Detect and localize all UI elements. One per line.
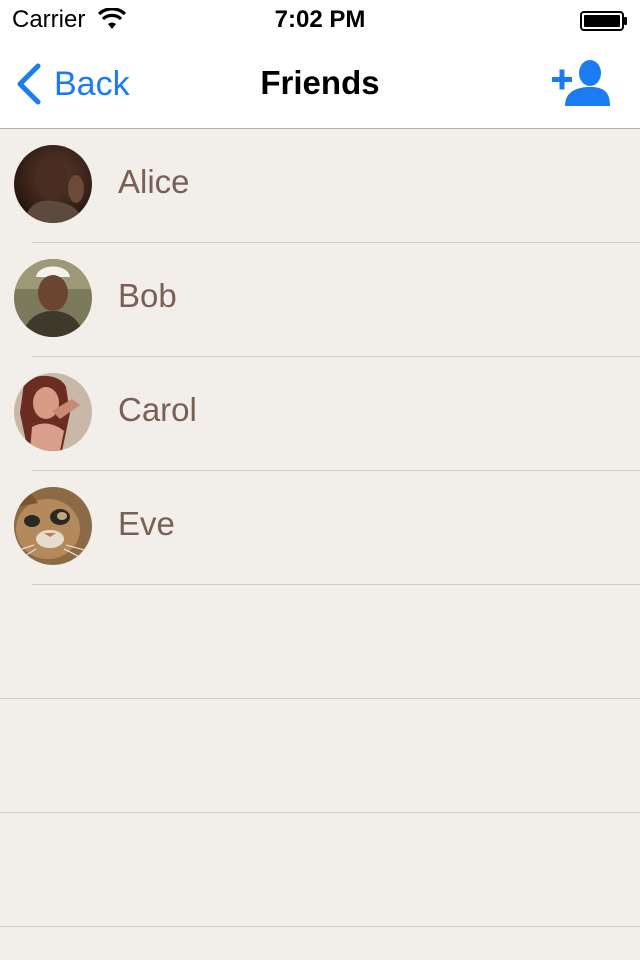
friend-row-bob[interactable]: Bob <box>14 243 640 357</box>
battery-icon <box>580 11 627 31</box>
friend-row-alice[interactable]: Alice <box>14 129 640 243</box>
avatar <box>14 487 92 565</box>
friend-name: Eve <box>118 505 175 542</box>
empty-row <box>0 813 640 927</box>
status-time: 7:02 PM <box>274 6 366 33</box>
status-bar: Carrier 7:02 PM <box>0 0 640 40</box>
avatar <box>14 145 92 223</box>
add-friend-icon[interactable] <box>550 58 612 108</box>
friend-name: Alice <box>118 163 190 200</box>
friend-row-carol[interactable]: Carol <box>14 357 640 471</box>
friend-name: Bob <box>118 277 177 314</box>
avatar <box>14 373 92 451</box>
friends-list: Alice Bob Carol Eve <box>0 129 640 927</box>
avatar <box>14 259 92 337</box>
friend-row-eve[interactable]: Eve <box>14 471 640 585</box>
page-title: Friends <box>260 64 380 101</box>
friend-name: Carol <box>118 391 197 428</box>
navigation-bar: Back Friends <box>0 40 640 129</box>
empty-row <box>0 699 640 813</box>
empty-row <box>0 585 640 699</box>
